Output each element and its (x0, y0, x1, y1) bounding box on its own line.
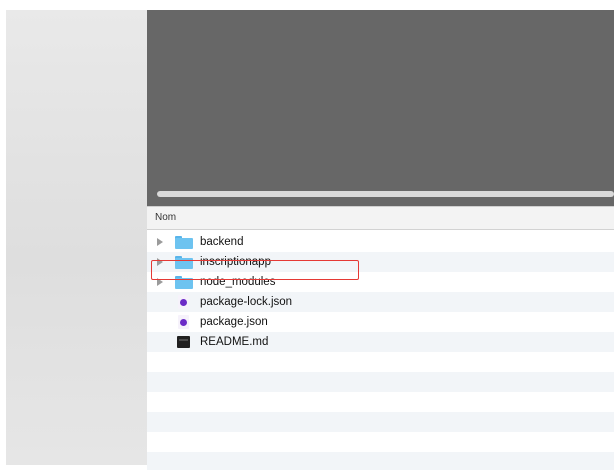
file-name: package.json (200, 316, 268, 328)
column-header-label: Nom (155, 212, 177, 223)
folder-icon (175, 236, 193, 249)
folder-icon (175, 276, 193, 289)
empty-row (147, 352, 614, 372)
file-name: node_modules (200, 276, 276, 288)
finder-window: Nom backend inscriptionapp node_modules (147, 10, 614, 470)
finder-sidebar (6, 10, 147, 465)
disclosure-triangle-icon[interactable] (157, 238, 163, 246)
file-row-node-modules[interactable]: node_modules (147, 272, 614, 292)
file-name: backend (200, 236, 244, 248)
file-row-backend[interactable]: backend (147, 232, 614, 252)
file-name: inscriptionapp (200, 256, 271, 268)
markdown-file-icon (177, 336, 190, 348)
file-row-package-lock-json[interactable]: package-lock.json (147, 292, 614, 312)
json-file-icon (178, 315, 189, 329)
file-list: backend inscriptionapp node_modules pack… (147, 232, 614, 470)
empty-row (147, 372, 614, 392)
preview-area (147, 10, 614, 206)
empty-row (147, 452, 614, 470)
file-row-package-json[interactable]: package.json (147, 312, 614, 332)
page: Nom backend inscriptionapp node_modules (0, 0, 614, 470)
disclosure-triangle-icon[interactable] (157, 278, 163, 286)
empty-row (147, 392, 614, 412)
file-name: README.md (200, 336, 269, 348)
horizontal-scrollbar[interactable] (157, 191, 614, 197)
folder-icon (175, 256, 193, 269)
empty-row (147, 432, 614, 452)
json-file-icon (178, 295, 189, 309)
file-name: package-lock.json (200, 296, 293, 308)
column-header-name[interactable]: Nom (147, 206, 614, 230)
file-row-inscriptionapp[interactable]: inscriptionapp (147, 252, 614, 272)
disclosure-triangle-icon[interactable] (157, 258, 163, 266)
empty-row (147, 412, 614, 432)
file-row-readme-md[interactable]: README.md (147, 332, 614, 352)
